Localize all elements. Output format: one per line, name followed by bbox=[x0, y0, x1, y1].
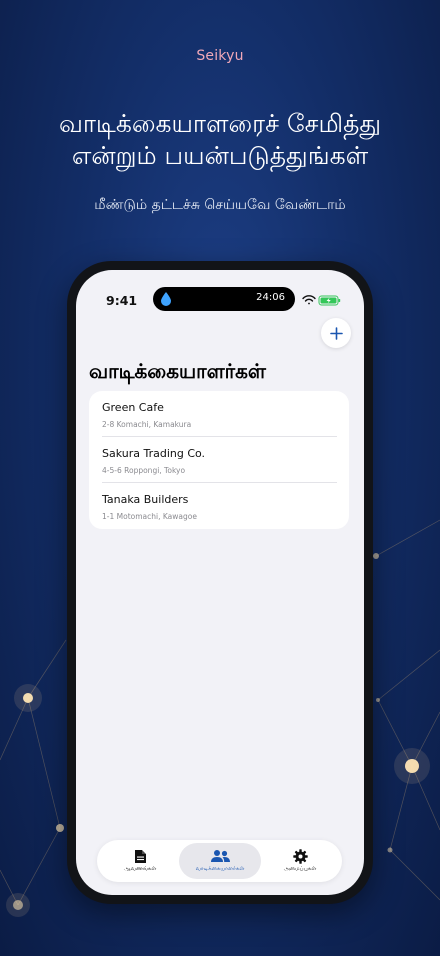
gear-icon bbox=[292, 849, 308, 864]
customer-list: Green Cafe 2-8 Komachi, Kamakura Sakura … bbox=[89, 391, 349, 529]
customer-name: Green Cafe bbox=[102, 401, 164, 414]
add-customer-button[interactable] bbox=[321, 318, 351, 348]
customer-address: 4-5-6 Roppongi, Tokyo bbox=[102, 466, 186, 475]
water-drop-icon bbox=[161, 292, 171, 306]
customer-row[interactable]: Tanaka Builders 1-1 Motomachi, Kawagoe bbox=[89, 483, 349, 529]
customer-address: 2-8 Komachi, Kamakura bbox=[102, 420, 192, 429]
tab-documents[interactable]: ஆவணங்கள் bbox=[102, 843, 178, 879]
document-icon bbox=[134, 850, 146, 863]
tab-bar: ஆவணங்கள் வாடிக்கையாளர்கள் அமைப்புகள் bbox=[97, 840, 342, 882]
page-title: வாடிக்கையாளர்கள் bbox=[89, 359, 266, 383]
phone-screen: 9:41 24:06 வாடிக்கையாளர்கள் Green Cafe 2… bbox=[76, 270, 364, 895]
wifi-icon bbox=[302, 295, 316, 305]
subheadline: மீண்டும் தட்டச்சு செய்யவே வேண்டாம் bbox=[94, 197, 346, 213]
phone-frame: 9:41 24:06 வாடிக்கையாளர்கள் Green Cafe 2… bbox=[67, 261, 373, 904]
status-time: 9:41 bbox=[106, 293, 138, 308]
headline: வாடிக்கையாளரைச் சேமித்து என்றும் பயன்படு… bbox=[0, 108, 440, 172]
tab-label: வாடிக்கையாளர்கள் bbox=[195, 866, 245, 872]
tab-label: அமைப்புகள் bbox=[283, 866, 317, 872]
customer-row[interactable]: Green Cafe 2-8 Komachi, Kamakura bbox=[89, 391, 349, 437]
dynamic-island: 24:06 bbox=[153, 287, 295, 311]
tab-customers[interactable]: வாடிக்கையாளர்கள் bbox=[179, 843, 261, 879]
customer-address: 1-1 Motomachi, Kawagoe bbox=[102, 512, 197, 521]
headline-line-2: என்றும் பயன்படுத்துங்கள் bbox=[71, 141, 369, 170]
customer-row[interactable]: Sakura Trading Co. 4-5-6 Roppongi, Tokyo bbox=[89, 437, 349, 483]
people-icon bbox=[210, 850, 230, 862]
status-icons bbox=[302, 295, 341, 306]
island-timer: 24:06 bbox=[256, 292, 285, 303]
customer-name: Sakura Trading Co. bbox=[102, 447, 206, 460]
tab-label: ஆவணங்கள் bbox=[123, 866, 157, 872]
tab-settings[interactable]: அமைப்புகள் bbox=[262, 843, 338, 879]
battery-icon bbox=[318, 295, 341, 306]
customer-name: Tanaka Builders bbox=[102, 493, 189, 506]
headline-line-1: வாடிக்கையாளரைச் சேமித்து bbox=[58, 109, 382, 138]
brand-name: Seikyu bbox=[196, 48, 244, 64]
plus-icon bbox=[329, 326, 343, 340]
